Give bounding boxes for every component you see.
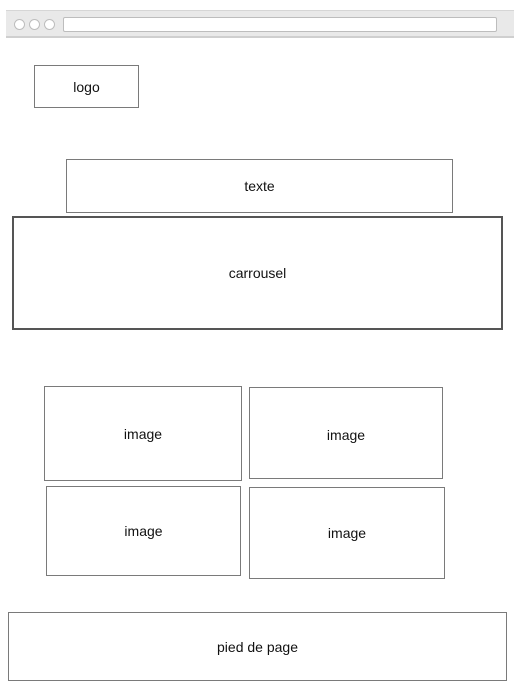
text-block: texte	[66, 159, 453, 213]
gallery-image-2[interactable]: image	[249, 387, 443, 479]
footer-label: pied de page	[217, 638, 298, 655]
window-minimize-button[interactable]	[29, 19, 40, 30]
gallery-image-label: image	[123, 425, 163, 442]
logo-placeholder[interactable]: logo	[34, 65, 139, 108]
footer: pied de page	[8, 612, 507, 681]
logo-label: logo	[73, 78, 100, 95]
address-bar[interactable]	[63, 17, 497, 32]
text-block-label: texte	[244, 178, 275, 194]
gallery-image-4[interactable]: image	[249, 487, 445, 579]
window-maximize-button[interactable]	[44, 19, 55, 30]
gallery-image-1[interactable]: image	[44, 386, 242, 481]
gallery-image-label: image	[327, 525, 367, 541]
carousel-label: carrousel	[228, 265, 287, 281]
window-close-button[interactable]	[14, 19, 25, 30]
gallery-image-label: image	[326, 427, 366, 443]
gallery-image-3[interactable]: image	[46, 486, 241, 576]
browser-toolbar	[6, 10, 514, 38]
carousel[interactable]: carrousel	[12, 216, 503, 330]
gallery-image-label: image	[124, 523, 163, 539]
